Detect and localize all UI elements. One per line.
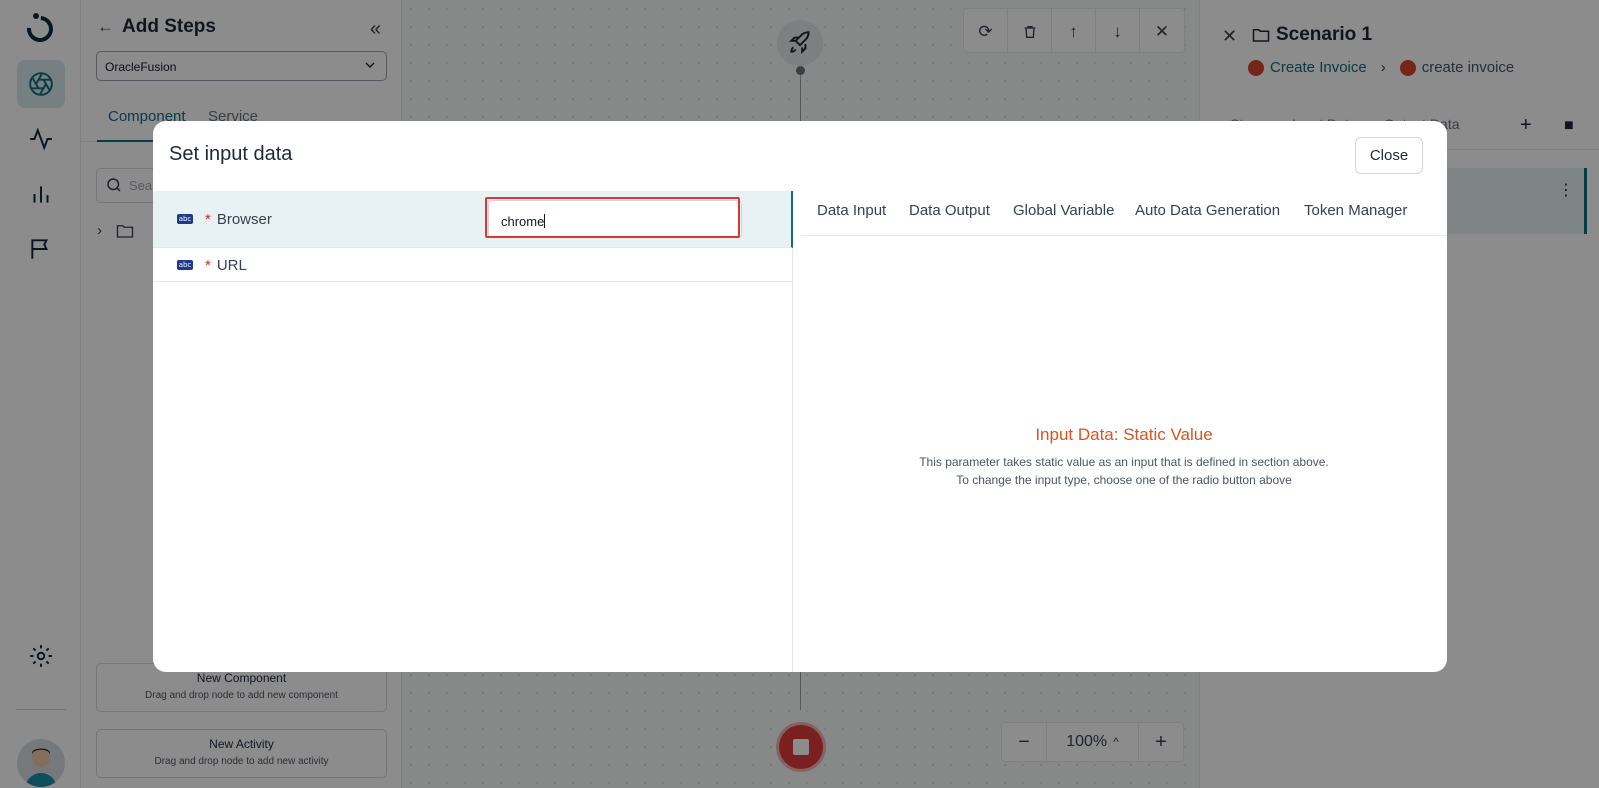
description-line-1: This parameter takes static value as an … bbox=[919, 455, 1329, 469]
input-type-heading: Input Data: Static Value bbox=[1035, 425, 1213, 444]
param-label: * Browser bbox=[205, 211, 272, 228]
param-row-url[interactable]: abc * URL bbox=[153, 248, 793, 282]
set-input-data-modal: Set input data Close abc * Browser chrome… bbox=[153, 121, 1447, 672]
tab-global-variable[interactable]: Global Variable bbox=[1013, 202, 1114, 219]
focus-highlight-box bbox=[485, 197, 740, 238]
parameter-detail: Data Input Data Output Global Variable A… bbox=[801, 191, 1447, 672]
tab-token-manager[interactable]: Token Manager bbox=[1304, 202, 1407, 219]
close-button[interactable]: Close bbox=[1355, 137, 1423, 174]
tab-auto-data-generation[interactable]: Auto Data Generation bbox=[1135, 202, 1280, 219]
param-name: URL bbox=[216, 257, 247, 274]
modal-title: Set input data bbox=[169, 143, 293, 165]
param-row-browser[interactable]: abc * Browser chrome bbox=[153, 191, 793, 248]
param-name: Browser bbox=[216, 211, 272, 228]
description-line-2: To change the input type, choose one of … bbox=[956, 473, 1292, 487]
string-type-icon: abc bbox=[177, 260, 193, 270]
input-type-description: This parameter takes static value as an … bbox=[801, 453, 1447, 489]
param-label: * URL bbox=[205, 257, 247, 274]
tab-data-output[interactable]: Data Output bbox=[909, 202, 990, 219]
tab-data-input[interactable]: Data Input bbox=[817, 202, 886, 219]
parameter-list: abc * Browser chrome abc * URL bbox=[153, 191, 793, 672]
detail-tabs: Data Input Data Output Global Variable A… bbox=[801, 191, 1447, 236]
string-type-icon: abc bbox=[177, 214, 193, 224]
